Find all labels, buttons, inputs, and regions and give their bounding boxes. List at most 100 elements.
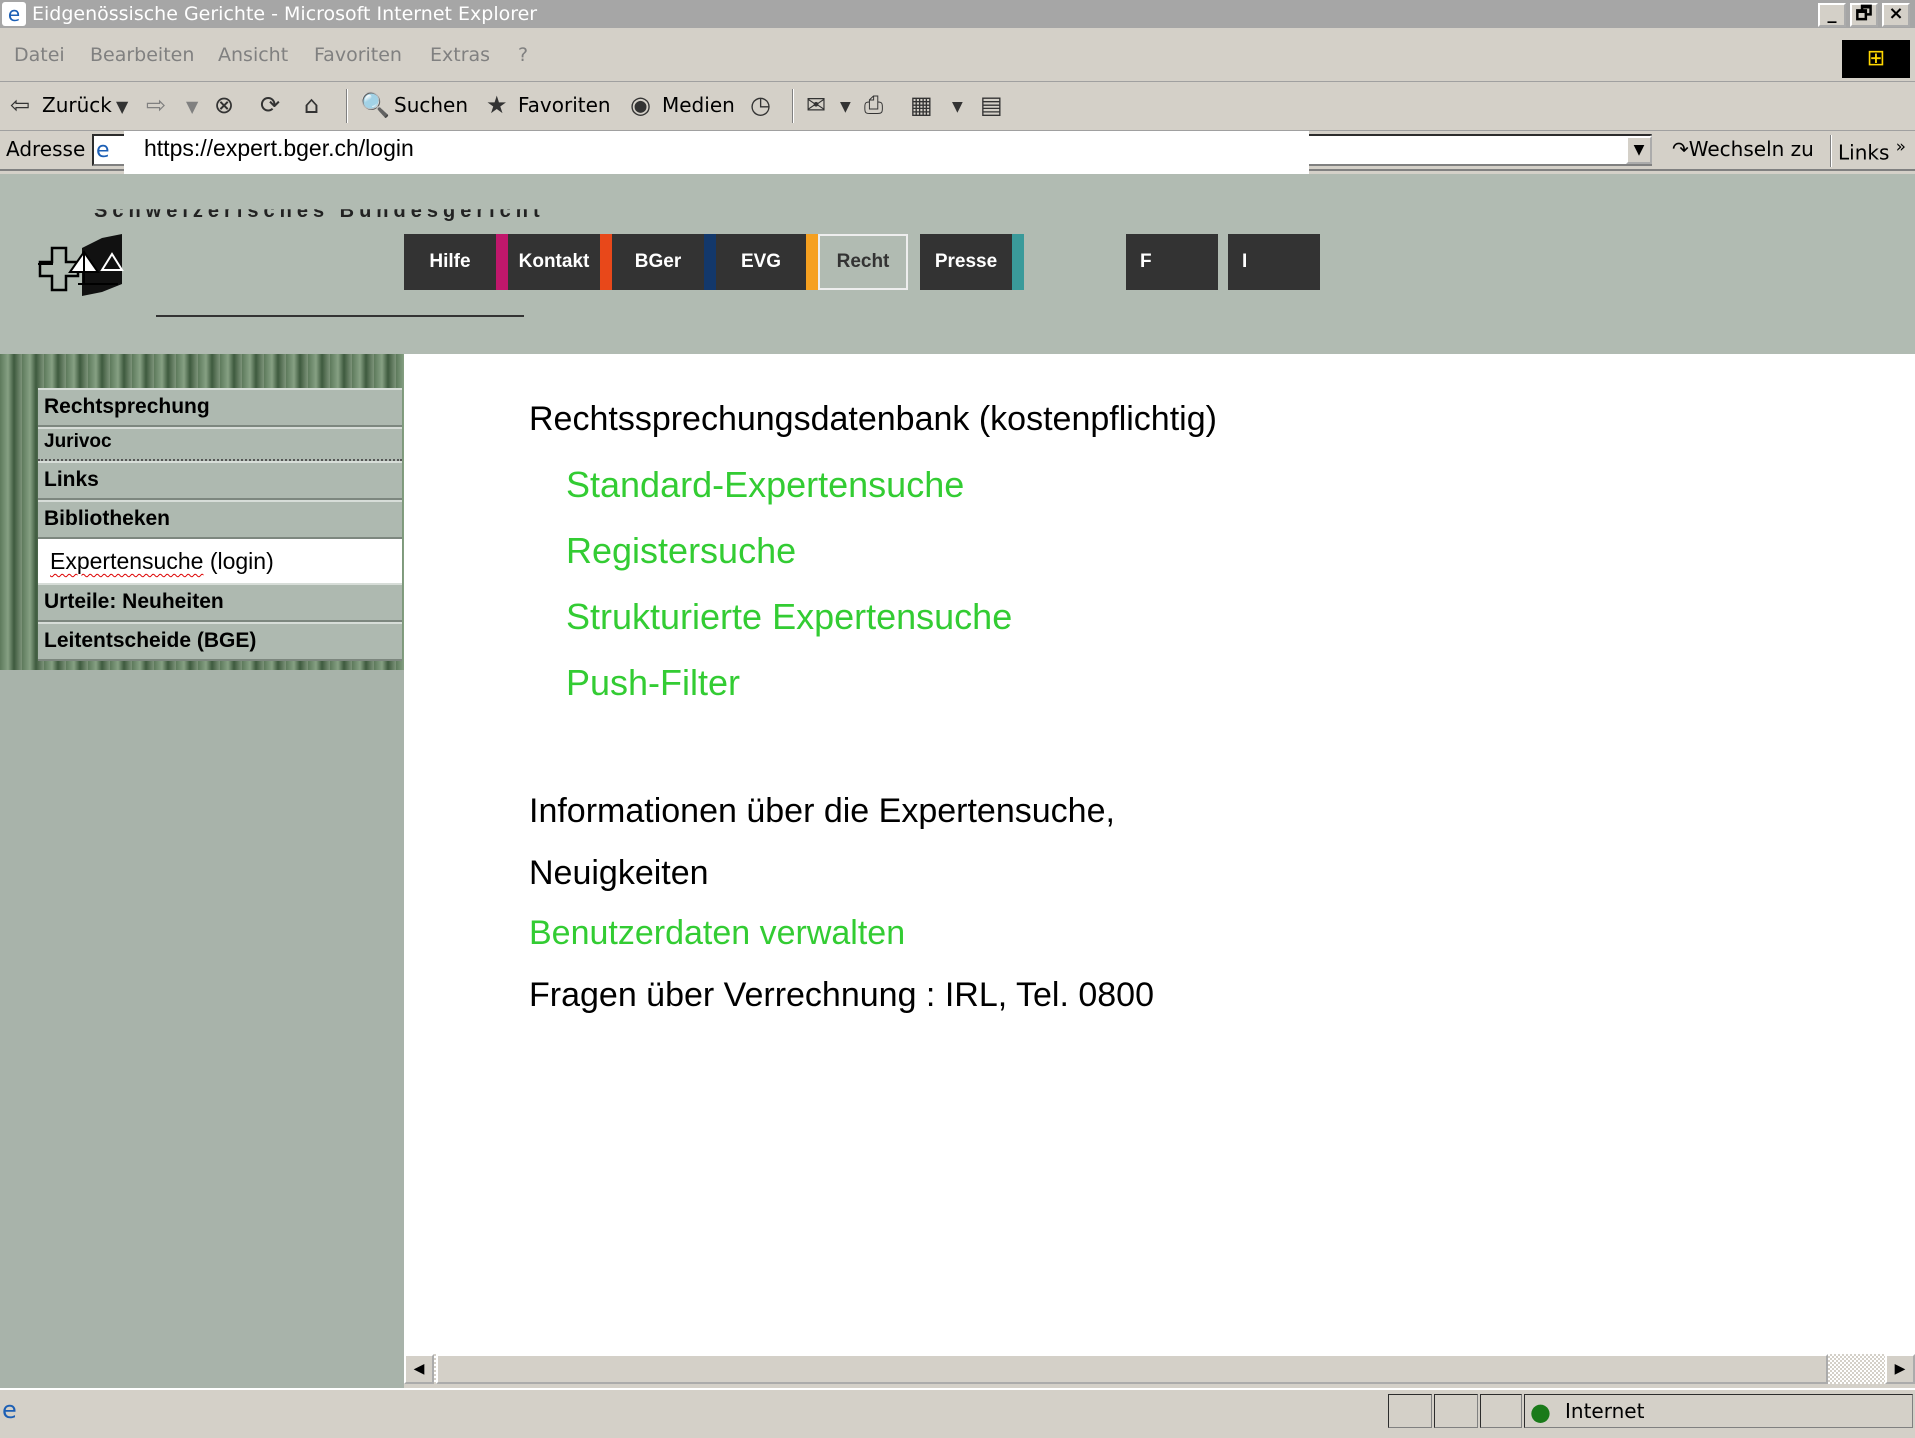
status-panel — [1388, 1394, 1432, 1428]
maximize-button[interactable]: 🗗 — [1850, 3, 1878, 27]
menu-bar: Datei Bearbeiten Ansicht Favoriten Extra… — [0, 30, 1915, 82]
billing-text: Fragen über Verrechnung : IRL, Tel. 0800 — [529, 976, 1154, 1014]
sidebar-item-label: Bibliotheken — [44, 507, 171, 530]
sidebar-item-label: Rechtsprechung — [44, 395, 210, 418]
title-bar: e Eidgenössische Gerichte - Microsoft In… — [0, 0, 1915, 28]
links-more-icon: » — [1895, 137, 1906, 156]
stop-icon[interactable]: ⊗ — [214, 91, 234, 119]
scroll-right-icon[interactable]: ▶ — [1885, 1354, 1915, 1384]
page-status-icon: e — [2, 1396, 17, 1424]
windows-logo-icon: ⊞ — [1842, 40, 1910, 78]
sidebar-item-expertensuche[interactable]: Expertensuche (login) — [38, 539, 402, 583]
discuss-icon[interactable]: ▤ — [980, 91, 1003, 119]
toolbar-separator — [1830, 135, 1832, 167]
edit-icon[interactable]: ▦ — [910, 91, 933, 119]
security-zone: Internet — [1524, 1394, 1913, 1428]
nav-accent-evg — [806, 234, 818, 290]
lang-italian[interactable]: I — [1228, 234, 1320, 290]
info-text: Informationen über die Expertensuche, — [529, 792, 1115, 830]
media-button[interactable]: Medien — [662, 93, 735, 117]
nav-kontakt[interactable]: Kontakt — [508, 234, 600, 290]
home-icon[interactable]: ⌂ — [304, 91, 319, 119]
sidebar-item-suffix: (login) — [203, 548, 274, 574]
link-strukturierte-expertensuche[interactable]: Strukturierte Expertensuche — [566, 596, 1012, 638]
sidebar-item-bibliotheken[interactable]: Bibliotheken — [38, 500, 402, 539]
site-header: Schweizerisches Bundesgericht Hilfe Kont… — [0, 174, 1915, 354]
link-registersuche[interactable]: Registersuche — [566, 530, 796, 572]
back-button[interactable]: Zurück — [42, 93, 112, 117]
history-icon[interactable]: ◷ — [750, 91, 771, 119]
forward-dropdown-icon[interactable]: ▼ — [186, 97, 198, 116]
scrollbar-thumb[interactable] — [436, 1354, 1828, 1384]
media-icon[interactable]: ◉ — [630, 91, 651, 119]
status-panel — [1434, 1394, 1478, 1428]
go-button[interactable]: ↷Wechseln zu — [1672, 137, 1814, 161]
sidebar-item-jurivoc[interactable]: Jurivoc — [38, 427, 402, 461]
sidebar-item-urteile-neuheiten[interactable]: Urteile: Neuheiten — [38, 583, 402, 622]
nav-presse[interactable]: Presse — [920, 234, 1012, 290]
nav-evg[interactable]: EVG — [716, 234, 806, 290]
favorites-button[interactable]: Favoriten — [518, 93, 611, 117]
nav-hilfe[interactable]: Hilfe — [404, 234, 496, 290]
sidebar-item-rechtsprechung[interactable]: Rechtsprechung — [38, 388, 402, 427]
menu-bearbeiten[interactable]: Bearbeiten — [90, 44, 194, 66]
sidebar-item-label: Jurivoc — [44, 431, 112, 452]
sidebar-item-links[interactable]: Links — [38, 461, 402, 500]
ie-icon: e — [2, 2, 26, 26]
court-logo — [38, 234, 124, 296]
links-label: Links — [1838, 140, 1890, 165]
address-url: https://expert.bger.ch/login — [144, 135, 414, 161]
toolbar-separator — [792, 89, 794, 123]
menu-extras[interactable]: Extras — [430, 44, 490, 66]
nav-accent-hilfe — [496, 234, 508, 290]
search-icon[interactable]: 🔍 — [360, 91, 390, 119]
back-arrow-icon[interactable]: ⇦ — [10, 91, 30, 119]
window-title: Eidgenössische Gerichte - Microsoft Inte… — [32, 3, 538, 25]
go-label: Wechseln zu — [1688, 137, 1814, 161]
nav-recht[interactable]: Recht — [818, 234, 908, 290]
link-standard-expertensuche[interactable]: Standard-Expertensuche — [566, 464, 964, 506]
nav-accent-kontakt — [600, 234, 612, 290]
search-button[interactable]: Suchen — [394, 93, 468, 117]
favorites-icon[interactable]: ★ — [486, 91, 508, 119]
close-button[interactable]: × — [1882, 3, 1910, 27]
sidebar-fill — [0, 670, 404, 780]
nav-accent-bger — [704, 234, 716, 290]
address-label: Adresse — [6, 137, 86, 161]
header-divider — [156, 315, 524, 317]
toolbar: ⇦ Zurück ▼ ⇨ ▼ ⊗ ⟳ ⌂ 🔍 Suchen ★ Favorite… — [0, 83, 1915, 131]
court-name: Schweizerisches Bundesgericht — [94, 200, 545, 222]
scroll-left-icon[interactable]: ◀ — [404, 1354, 434, 1384]
globe-icon: ● — [1530, 1398, 1551, 1426]
menu-favoriten[interactable]: Favoriten — [314, 44, 402, 66]
link-benutzerdaten[interactable]: Benutzerdaten verwalten — [529, 914, 905, 953]
print-icon[interactable]: ⎙ — [864, 91, 883, 119]
menu-ansicht[interactable]: Ansicht — [218, 44, 288, 66]
menu-datei[interactable]: Datei — [14, 44, 65, 66]
news-text: Neuigkeiten — [529, 854, 709, 892]
nav-bger[interactable]: BGer — [612, 234, 704, 290]
sidebar-item-leitentscheide[interactable]: Leitentscheide (BGE) — [38, 622, 402, 661]
nav-accent-presse — [1012, 234, 1024, 290]
sidebar-menu: Rechtsprechung Jurivoc Links Bibliotheke… — [38, 388, 402, 661]
main-content: Rechtssprechungsdatenbank (kostenpflicht… — [404, 354, 1915, 1354]
status-bar: e Internet ● — [0, 1388, 1915, 1438]
page-heading: Rechtssprechungsdatenbank (kostenpflicht… — [529, 400, 1217, 438]
edit-dropdown-icon[interactable]: ▼ — [952, 99, 963, 115]
lang-french[interactable]: F — [1126, 234, 1218, 290]
links-button[interactable]: Links » — [1838, 137, 1906, 165]
forward-arrow-icon[interactable]: ⇨ — [146, 91, 166, 119]
back-dropdown-icon[interactable]: ▼ — [116, 97, 128, 116]
link-push-filter[interactable]: Push-Filter — [566, 662, 740, 704]
mail-icon[interactable]: ✉ — [806, 91, 826, 119]
address-dropdown-button[interactable]: ▼ — [1626, 136, 1652, 164]
page-icon: e — [96, 138, 110, 163]
horizontal-scrollbar[interactable]: ◀ ▶ — [404, 1354, 1915, 1384]
mail-dropdown-icon[interactable]: ▼ — [840, 99, 851, 115]
refresh-icon[interactable]: ⟳ — [260, 91, 280, 119]
sidebar-item-label: Urteile: Neuheiten — [44, 590, 224, 613]
toolbar-separator — [346, 89, 348, 123]
menu-help[interactable]: ? — [518, 44, 528, 66]
minimize-button[interactable]: _ — [1818, 3, 1846, 27]
sidebar: Rechtsprechung Jurivoc Links Bibliotheke… — [0, 354, 404, 1388]
